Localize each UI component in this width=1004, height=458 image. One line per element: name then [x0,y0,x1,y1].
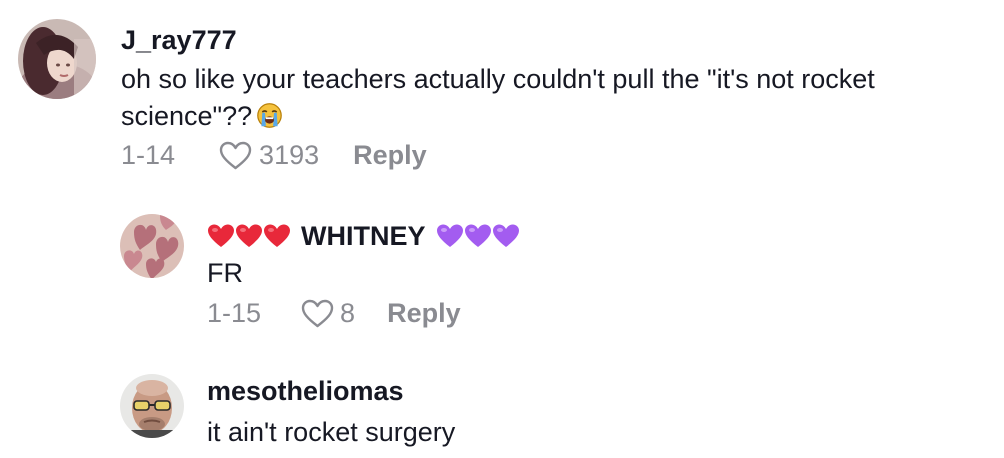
avatar[interactable] [120,214,184,278]
avatar[interactable] [120,374,184,438]
comment-username[interactable]: WHITNEY [301,220,426,252]
red-heart-icon [208,224,234,247]
comment-item: WHITNEY FR 1-15 8 Reply [0,190,1004,340]
like-count: 3193 [259,140,320,170]
like-button[interactable]: 8 [301,297,355,329]
heart-outline-icon[interactable] [219,141,252,170]
comment-item: J_ray777 oh so like your teachers actual… [0,0,1004,190]
comment-item: mesotheliomas it ain't rocket surgery [0,340,1004,458]
comment-meta: 1-14 3193 Reply [121,139,427,171]
comment-username-row[interactable]: WHITNEY [207,220,520,252]
comment-date: 1-15 [207,298,262,328]
comment-text-line: oh so like your teachers actually couldn… [121,64,875,94]
heart-outline-icon[interactable] [301,299,334,328]
like-button[interactable]: 3193 [219,139,319,171]
red-heart-icon [236,224,262,247]
avatar[interactable] [18,19,96,99]
reply-button[interactable]: Reply [387,297,461,329]
comment-text: it ain't rocket surgery [207,417,456,447]
purple-heart-icon [436,224,463,247]
comment-text: science"?? [121,97,283,135]
crying-face-icon [257,103,283,128]
comment-text: FR [207,258,243,288]
comment-username[interactable]: J_ray777 [121,24,237,56]
comment-meta: 1-15 8 Reply [207,297,461,329]
like-count: 8 [340,298,356,328]
purple-hearts-emoji [436,223,520,249]
comments-section: J_ray777 oh so like your teachers actual… [0,0,1004,458]
red-heart-icon [264,224,290,247]
comment-text: oh so like your teachers actually couldn… [121,60,875,98]
comment-username[interactable]: mesotheliomas [207,375,404,407]
comment-text-line: science"?? [121,101,253,131]
purple-heart-icon [492,224,519,247]
purple-heart-icon [464,224,491,247]
comment-date: 1-14 [121,140,176,170]
red-hearts-emoji [207,223,291,249]
reply-button[interactable]: Reply [353,139,427,171]
